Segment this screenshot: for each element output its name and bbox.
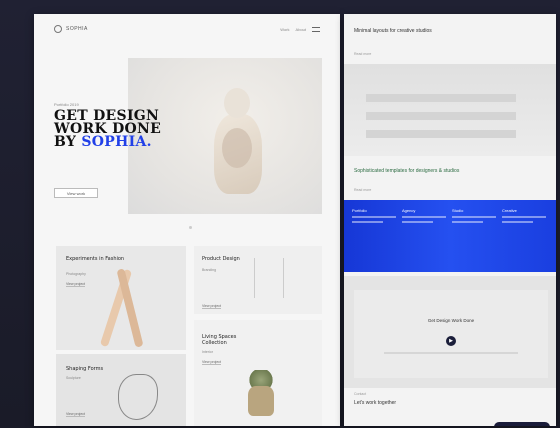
card-sub: Photography [66, 272, 86, 276]
scroll-dot [189, 226, 192, 229]
footer-kicker: Contact [354, 392, 367, 396]
nav-links: Work About [280, 26, 320, 32]
product-image [254, 258, 284, 298]
section-link[interactable]: Read more [354, 52, 371, 56]
card-title: Product Design [202, 256, 240, 262]
footer-title: Let's work together [354, 400, 397, 406]
card-link[interactable]: View project [66, 412, 86, 417]
sculpture-figure [208, 88, 268, 198]
logo-text: SOPHIA [66, 26, 88, 32]
feature-column: Portfolio [352, 208, 396, 223]
menu-icon[interactable] [312, 26, 320, 32]
wire-sculpture-image [118, 374, 158, 420]
inner-page-preview: Minimal layouts for creative studios Rea… [344, 14, 556, 426]
logo-mark-icon [54, 25, 62, 33]
nav-link-work[interactable]: Work [280, 27, 289, 32]
project-card-living[interactable]: Living Spaces Collection Interior View p… [194, 320, 322, 426]
landing-page-preview: SOPHIA Work About Portfolio 2019 GET DES… [34, 14, 340, 426]
card-link[interactable]: View project [202, 304, 222, 309]
card-link[interactable]: View project [202, 360, 222, 365]
blue-feature-band: Portfolio Agency Studio Creative [344, 200, 556, 272]
logo[interactable]: SOPHIA [54, 25, 88, 33]
hero-cta-button[interactable]: View work [54, 188, 98, 198]
video-box-title: Get Design Work Done [427, 318, 475, 323]
contact-button[interactable] [494, 422, 550, 426]
project-card-product[interactable]: Product Design Branding View project [194, 246, 322, 314]
play-icon[interactable]: ▶ [446, 336, 456, 346]
feature-image [344, 64, 556, 156]
nav-link-about[interactable]: About [296, 27, 306, 32]
project-card-fashion[interactable]: Experiments in Fashion Photography View … [56, 246, 186, 350]
hero-title-accent: SOPHIA. [81, 134, 152, 150]
section-heading-2: Sophisticated templates for designers & … [354, 168, 460, 174]
card-title: Shaping Forms [66, 366, 104, 372]
feature-column: Studio [452, 208, 496, 223]
card-link[interactable]: View project [66, 282, 86, 287]
card-title: Living Spaces Collection [202, 334, 237, 346]
screen: SOPHIA Work About Portfolio 2019 GET DES… [0, 0, 560, 428]
feature-column: Creative [502, 208, 546, 223]
video-box: Get Design Work Done ▶ [354, 290, 548, 378]
card-sub: Interior [202, 350, 213, 354]
section-link-2[interactable]: Read more [354, 188, 371, 192]
card-title: Experiments in Fashion [66, 256, 125, 262]
card-sub: Branding [202, 268, 217, 272]
feature-column: Agency [402, 208, 446, 223]
hero-title: GET DESIGN WORK DONE BY SOPHIA. [54, 108, 162, 150]
project-card-forms[interactable]: Shaping Forms Sculpture View project [56, 354, 186, 426]
card-sub: Sculpture [66, 376, 81, 380]
hero-kicker: Portfolio 2019 [54, 102, 79, 107]
section-heading: Minimal layouts for creative studios [354, 28, 432, 34]
top-nav: SOPHIA Work About [34, 14, 340, 44]
